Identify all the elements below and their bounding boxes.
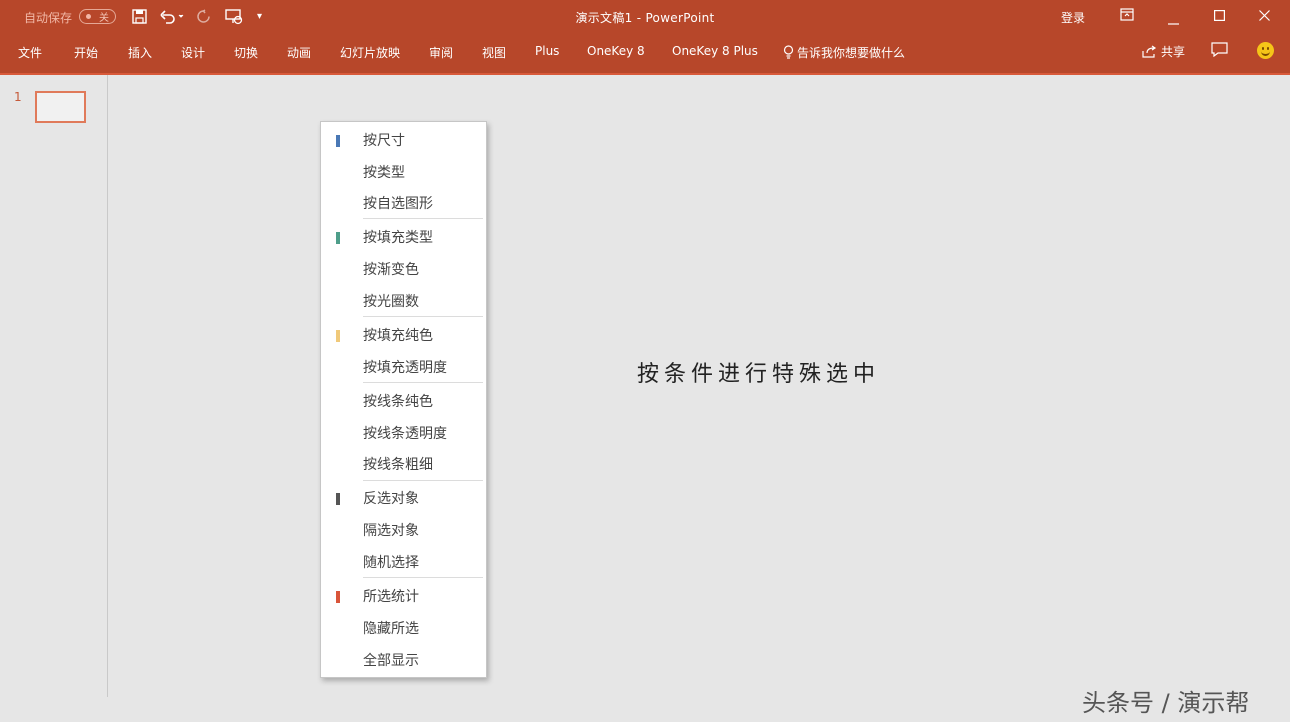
tab-onekey8[interactable]: OneKey 8 <box>587 44 645 58</box>
menu-item-by-fill-transparency[interactable]: 按填充透明度 <box>363 357 447 377</box>
smiley-mouth <box>1261 50 1270 56</box>
tab-file[interactable]: 文件 <box>18 44 42 61</box>
share-button[interactable]: 共享 <box>1142 43 1185 60</box>
group-color-bar <box>336 135 340 147</box>
menu-item-by-gradient[interactable]: 按渐变色 <box>363 259 419 279</box>
group-color-bar <box>336 330 340 342</box>
watermark: 头条号 / 演示帮 <box>1082 689 1250 717</box>
lightbulb-icon <box>783 45 794 59</box>
tab-home[interactable]: 开始 <box>74 44 98 61</box>
menu-item-by-line-color[interactable]: 按线条纯色 <box>363 391 433 411</box>
tell-me-label: 告诉我你想要做什么 <box>797 46 906 60</box>
tab-transitions[interactable]: 切换 <box>234 44 258 61</box>
menu-separator <box>363 218 483 219</box>
share-icon <box>1142 45 1157 58</box>
tab-animations[interactable]: 动画 <box>287 44 311 61</box>
menu-item-alternate-selection[interactable]: 隔选对象 <box>363 520 419 540</box>
menu-item-show-all[interactable]: 全部显示 <box>363 650 419 670</box>
menu-separator <box>363 316 483 317</box>
menu-separator <box>363 382 483 383</box>
menu-item-by-type[interactable]: 按类型 <box>363 162 405 182</box>
special-select-menu: 按尺寸 按类型 按自选图形 按填充类型 按渐变色 按光圈数 按填充纯色 按填充透… <box>320 121 487 678</box>
tab-design[interactable]: 设计 <box>181 44 205 61</box>
menu-item-by-line-weight[interactable]: 按线条粗细 <box>363 454 433 474</box>
slide-number: 1 <box>14 90 22 104</box>
menu-item-hide-selected[interactable]: 隐藏所选 <box>363 618 419 638</box>
maximize-icon[interactable] <box>1214 10 1226 25</box>
slide-thumbnail[interactable] <box>35 91 86 123</box>
menu-separator <box>363 480 483 481</box>
menu-item-by-autoshape[interactable]: 按自选图形 <box>363 193 433 213</box>
menu-item-by-size[interactable]: 按尺寸 <box>363 130 405 150</box>
group-color-bar <box>336 232 340 244</box>
tab-plus[interactable]: Plus <box>535 44 559 58</box>
feedback-smiley-icon[interactable] <box>1257 42 1274 59</box>
menu-item-by-fill-type[interactable]: 按填充类型 <box>363 227 433 247</box>
minimize-icon[interactable] <box>1168 14 1179 29</box>
menu-separator <box>363 577 483 578</box>
tab-view[interactable]: 视图 <box>482 44 506 61</box>
group-color-bar <box>336 493 340 505</box>
login-link[interactable]: 登录 <box>1061 9 1085 26</box>
tab-slideshow[interactable]: 幻灯片放映 <box>340 44 400 61</box>
menu-item-selection-stats[interactable]: 所选统计 <box>363 586 419 606</box>
title-bar: 自动保存 关 ▾ 演示文稿1 - PowerPoint 登录 <box>0 0 1290 33</box>
close-icon[interactable] <box>1259 10 1270 25</box>
tab-review[interactable]: 审阅 <box>429 44 453 61</box>
slide-text[interactable]: 按条件进行特殊选中 <box>637 356 880 388</box>
ribbon-display-options-icon[interactable] <box>1120 8 1134 25</box>
slide-thumbnail-pane: 1 <box>0 75 108 697</box>
menu-item-by-solid-fill[interactable]: 按填充纯色 <box>363 325 433 345</box>
group-color-bar <box>336 591 340 603</box>
tab-onekey8plus[interactable]: OneKey 8 Plus <box>672 44 758 58</box>
menu-item-invert-selection[interactable]: 反选对象 <box>363 488 419 508</box>
ribbon: 文件 开始 插入 设计 切换 动画 幻灯片放映 审阅 视图 Plus OneKe… <box>0 33 1290 75</box>
tell-me-search[interactable]: 告诉我你想要做什么 <box>783 44 905 61</box>
tab-insert[interactable]: 插入 <box>128 44 152 61</box>
menu-item-by-line-transparency[interactable]: 按线条透明度 <box>363 423 447 443</box>
menu-item-by-gradient-stops[interactable]: 按光圈数 <box>363 291 419 311</box>
comment-icon[interactable] <box>1211 42 1228 61</box>
share-label: 共享 <box>1161 45 1186 59</box>
menu-item-random-selection[interactable]: 随机选择 <box>363 552 419 572</box>
window-title: 演示文稿1 - PowerPoint <box>575 11 715 25</box>
